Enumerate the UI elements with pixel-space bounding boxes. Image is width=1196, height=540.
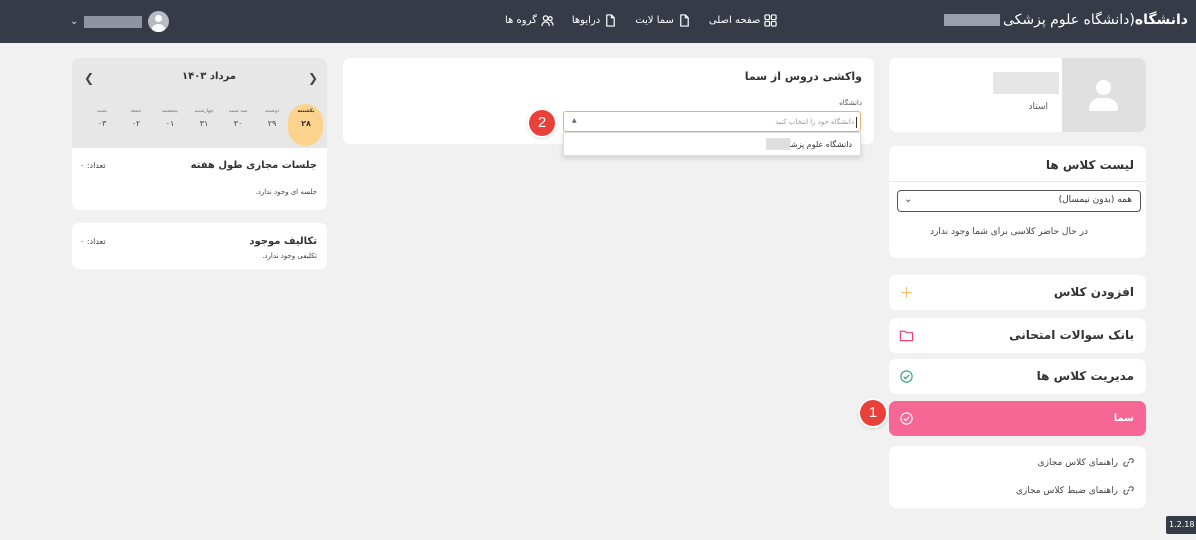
avatar[interactable] [148, 11, 170, 32]
class-list-card: لیست کلاس ها همه (بدون نیمسال) ⌄ در حال … [889, 146, 1146, 258]
university-label: دانشگاه [839, 99, 862, 107]
redacted-option-name [766, 138, 790, 150]
calendar-day[interactable]: چهارشنبه ۳۱ [188, 108, 220, 128]
person-icon-body [1089, 98, 1118, 111]
top-navbar: دانشگاه(دانشگاه علوم پزشکی صفحه اصلی سما… [0, 0, 1196, 43]
university-dropdown: دانشگاه علوم پزشکی [563, 132, 861, 156]
brand-bold: دانشگاه [1134, 12, 1188, 28]
main-nav: صفحه اصلی سما لایت درایوها گروه ها [505, 14, 778, 27]
redacted-profile-name [993, 72, 1059, 94]
file-icon [606, 14, 616, 27]
chevron-down-icon[interactable]: ⌄ [70, 16, 78, 27]
chevron-up-icon[interactable]: ▲ [572, 117, 577, 124]
manage-classes-label: مدیریت کلاس ها [1036, 369, 1134, 383]
calendar-day[interactable]: شنبه ۰۳ [86, 108, 118, 128]
calendar-month: مرداد ۱۴۰۳ [181, 71, 236, 82]
person-icon [1096, 80, 1111, 95]
tasks-count: تعداد: ۰ [80, 237, 106, 246]
tasks-title: تکالیف موجود [249, 236, 317, 247]
class-list-title: لیست کلاس ها [1045, 158, 1134, 172]
question-bank-button[interactable]: بانک سوالات امتحانی [889, 318, 1146, 353]
university-select-input[interactable]: دانشگاه خود را انتخاب کنید ▲ [563, 111, 861, 132]
calendar-day[interactable]: سه شنبه ۳۰ [222, 108, 254, 128]
annotation-badge-2: 2 [529, 110, 555, 136]
chevron-left-icon[interactable]: ❮ [84, 71, 94, 85]
link-icon [1123, 486, 1134, 495]
profile-role: استاد [1028, 102, 1048, 112]
manage-classes-button[interactable]: مدیریت کلاس ها [889, 359, 1146, 394]
tasks-card: تکالیف موجود تعداد: ۰ تکلیفی وجود ندارد. [72, 223, 327, 269]
divider [889, 181, 1146, 182]
redacted-university-name [943, 14, 1000, 26]
calendar-day[interactable]: دوشنبه ۲۹ [256, 108, 288, 128]
sama-fetch-title: واکشی دروس از سما [744, 70, 862, 83]
nav-groups[interactable]: گروه ها [505, 14, 554, 27]
nav-sama-lite[interactable]: سما لایت [635, 14, 691, 27]
recording-guide-link[interactable]: راهنمای ضبط کلاس مجازی [1016, 485, 1134, 496]
calendar-day[interactable]: پنجشنبه ۰۱ [154, 108, 186, 128]
check-circle-icon [900, 370, 913, 383]
class-list-empty: در حال حاضر کلاسی برای شما وجود ندارد [930, 227, 1088, 237]
sama-label: سما [1113, 413, 1134, 424]
link-icon [1123, 458, 1134, 467]
question-bank-label: بانک سوالات امتحانی [1009, 328, 1134, 342]
semester-select-value: همه (بدون نیمسال) [1058, 195, 1132, 205]
brand-university: (دانشگاه علوم پزشکی [1002, 12, 1135, 28]
nav-home[interactable]: صفحه اصلی [708, 14, 778, 27]
user-menu[interactable]: ⌄ [70, 11, 170, 32]
file-icon [680, 14, 689, 27]
users-icon [541, 15, 554, 27]
nav-drives-label: درایوها [571, 15, 601, 26]
calendar-card: ❮ مرداد ۱۴۰۳ ❯ یکشنبه ۲۸ دوشنبه ۲۹ سه شنبه… [72, 58, 327, 210]
recording-guide-label: راهنمای ضبط کلاس مجازی [1015, 485, 1118, 496]
university-option[interactable]: دانشگاه علوم پزشکی [780, 140, 852, 149]
sessions-count: تعداد: ۰ [80, 161, 106, 170]
sama-button[interactable]: سما [889, 401, 1146, 436]
sessions-title: جلسات مجازی طول هفته [190, 160, 317, 171]
virtual-class-guide-label: راهنمای کلاس مجازی [1037, 457, 1118, 468]
add-class-label: افزودن کلاس [1053, 285, 1134, 299]
university-placeholder: دانشگاه خود را انتخاب کنید [775, 118, 854, 126]
folder-icon [899, 330, 914, 342]
add-class-button[interactable]: افزودن کلاس [889, 275, 1146, 310]
profile-card: استاد [889, 58, 1146, 132]
nav-groups-label: گروه ها [505, 15, 537, 26]
calendar-header: ❮ مرداد ۱۴۰۳ ❯ یکشنبه ۲۸ دوشنبه ۲۹ سه شنبه… [72, 58, 327, 148]
nav-home-label: صفحه اصلی [708, 15, 761, 26]
nav-drives[interactable]: درایوها [572, 14, 617, 27]
text-caret [856, 117, 857, 128]
semester-select[interactable]: همه (بدون نیمسال) ⌄ [897, 190, 1141, 212]
brand-title[interactable]: دانشگاه(دانشگاه علوم پزشکی [943, 12, 1188, 28]
virtual-class-guide-link[interactable]: راهنمای کلاس مجازی [1038, 457, 1134, 468]
check-circle-icon [900, 412, 913, 425]
sessions-empty: جلسه ای وجود ندارد. [255, 188, 317, 196]
tasks-empty: تکلیفی وجود ندارد. [262, 252, 317, 260]
redacted-user-name [84, 15, 143, 28]
annotation-badge-1: 1 [860, 400, 886, 426]
nav-sama-lite-label: سما لایت [635, 15, 674, 26]
help-links-card: راهنمای کلاس مجازی راهنمای ضبط کلاس مجاز… [889, 446, 1146, 508]
version-badge: 1.2.18 [1166, 516, 1196, 534]
calendar-day[interactable]: یکشنبه ۲۸ [290, 108, 322, 128]
chevron-right-icon[interactable]: ❯ [308, 71, 318, 85]
grid-icon [764, 14, 778, 27]
user-avatar-placeholder [1062, 58, 1146, 132]
calendar-day[interactable]: جمعه ۰۲ [120, 108, 152, 128]
chevron-down-icon: ⌄ [904, 194, 913, 205]
plus-icon [900, 286, 913, 299]
